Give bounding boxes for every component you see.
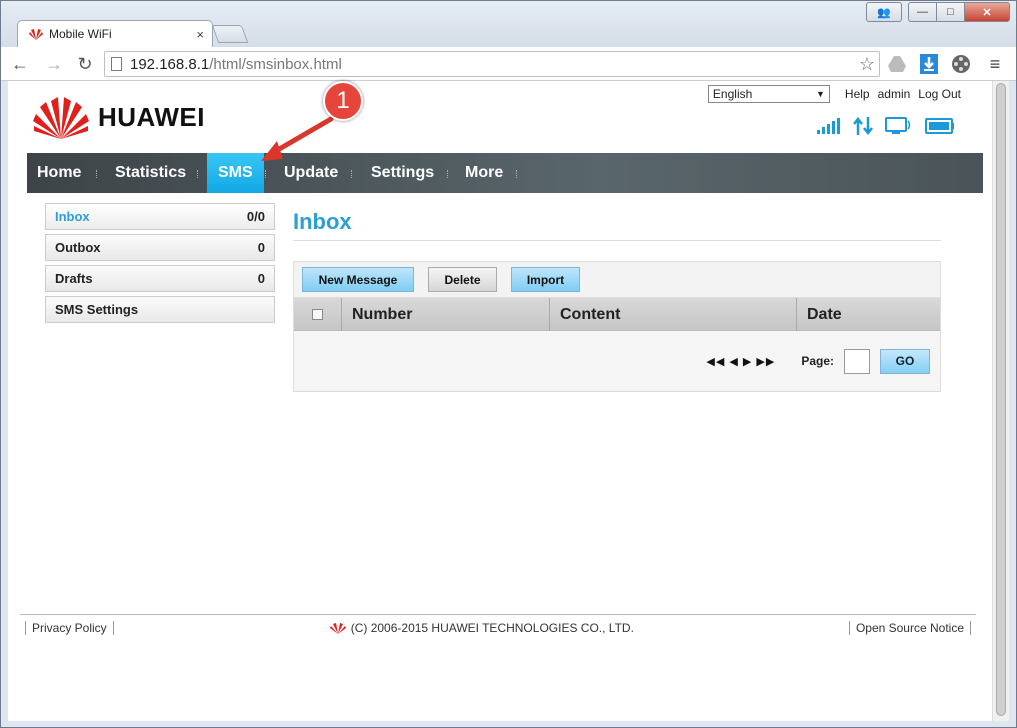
menu-icon[interactable]: ≡ (985, 54, 1005, 74)
wifi-device-icon (885, 117, 913, 135)
sidebar-item-sms-settings[interactable]: SMS Settings (45, 296, 275, 323)
signal-strength-icon (817, 118, 841, 134)
select-all-cell (294, 298, 342, 331)
column-header-date[interactable]: Date (797, 298, 940, 331)
url-path: /html/smsinbox.html (209, 55, 342, 73)
select-all-checkbox[interactable] (312, 309, 323, 320)
language-value: English (712, 87, 753, 101)
drive-extension-icon[interactable] (887, 54, 907, 74)
huawei-logo-icon (33, 97, 89, 139)
download-extension-icon[interactable] (919, 54, 939, 74)
nav-settings[interactable]: Settings (371, 153, 434, 193)
page-icon (111, 57, 122, 71)
nav-separator (265, 170, 267, 178)
status-icons (805, 117, 955, 135)
header-links: English ▼ Help admin Log Out (707, 85, 961, 103)
main-navigation: Home Statistics SMS Update Settings More (27, 153, 983, 193)
nav-separator (447, 170, 449, 178)
nav-separator (197, 170, 199, 178)
huawei-footer-logo-icon (329, 623, 346, 634)
film-extension-icon[interactable] (951, 54, 971, 74)
reload-icon[interactable]: ↻ (74, 53, 96, 75)
brand-name: HUAWEI (98, 101, 205, 132)
page-title: Inbox (293, 203, 941, 241)
close-window-button[interactable]: ✕ (964, 2, 1010, 22)
browser-window: 👥 — □ ✕ Mobile WiFi × ← → ↻ 192.168.8.1/… (0, 0, 1017, 728)
page-number-input[interactable] (844, 348, 870, 374)
browser-tab[interactable]: Mobile WiFi × (17, 20, 213, 47)
tab-close-icon[interactable]: × (196, 27, 204, 42)
import-button[interactable]: Import (511, 267, 580, 292)
nav-more[interactable]: More (465, 153, 503, 193)
go-button[interactable]: GO (880, 348, 930, 374)
dropdown-arrow-icon: ▼ (816, 89, 825, 99)
logout-link[interactable]: Log Out (918, 87, 961, 101)
browser-toolbar: ← → ↻ 192.168.8.1/html/smsinbox.html ☆ ≡ (1, 47, 1016, 81)
help-link[interactable]: Help (845, 87, 870, 101)
nav-separator (351, 170, 353, 178)
battery-icon (925, 118, 955, 134)
inbox-panel: Inbox New Message Delete Import Number C… (293, 203, 941, 392)
message-actions: New Message Delete Import (294, 262, 940, 298)
copyright-text: (C) 2006-2015 HUAWEI TECHNOLOGIES CO., L… (350, 621, 634, 635)
nav-separator (96, 170, 98, 178)
sidebar-item-label: Drafts (55, 271, 93, 286)
url-host: 192.168.8.1 (130, 55, 210, 73)
admin-link[interactable]: admin (878, 87, 911, 101)
sidebar-item-drafts[interactable]: Drafts 0 (45, 265, 275, 292)
address-bar[interactable]: 192.168.8.1/html/smsinbox.html ☆ (104, 51, 880, 77)
sidebar-item-count: 0 (257, 240, 265, 255)
sidebar-item-count: 0/0 (246, 209, 265, 224)
huawei-favicon-icon (29, 29, 43, 40)
new-tab-button[interactable] (211, 25, 249, 43)
page-navigation-arrows-icon[interactable]: ◀◀ ◀ ▶ ▶▶ (706, 355, 775, 368)
vertical-scrollbar[interactable] (992, 81, 1009, 721)
title-bar: 👥 — □ ✕ Mobile WiFi × (1, 1, 1016, 47)
nav-home[interactable]: Home (37, 153, 81, 193)
data-transfer-icon (853, 117, 873, 135)
tab-title: Mobile WiFi (49, 27, 112, 41)
window-controls: 👥 — □ ✕ (866, 2, 1010, 22)
annotation-arrow-icon (261, 116, 334, 161)
sidebar-item-outbox[interactable]: Outbox 0 (45, 234, 275, 261)
annotation-step-badge: 1 (323, 81, 363, 121)
minimize-button[interactable]: — (908, 2, 936, 22)
open-source-notice-link[interactable]: Open Source Notice (848, 621, 971, 635)
nav-statistics[interactable]: Statistics (115, 153, 186, 193)
user-switch-icon[interactable]: 👥 (866, 2, 902, 22)
privacy-policy-link[interactable]: Privacy Policy (25, 621, 114, 635)
scrollbar-thumb[interactable] (996, 83, 1006, 716)
maximize-button[interactable]: □ (936, 2, 964, 22)
back-arrow-icon[interactable]: ← (9, 53, 31, 75)
page-label: Page: (801, 354, 834, 368)
new-message-button[interactable]: New Message (302, 267, 414, 292)
pagination: ◀◀ ◀ ▶ ▶▶ Page: GO (294, 331, 940, 391)
forward-arrow-icon[interactable]: → (43, 53, 65, 75)
delete-button[interactable]: Delete (428, 267, 497, 292)
sidebar-item-label: Outbox (55, 240, 101, 255)
sidebar-item-label: Inbox (55, 209, 90, 224)
nav-separator (516, 170, 518, 178)
huawei-logo: HUAWEI (32, 95, 205, 139)
column-header-content[interactable]: Content (550, 298, 797, 331)
table-header: Number Content Date (294, 298, 940, 331)
bookmark-star-icon[interactable]: ☆ (859, 54, 875, 75)
column-header-number[interactable]: Number (342, 298, 550, 331)
language-select[interactable]: English ▼ (707, 85, 830, 103)
sidebar-item-inbox[interactable]: Inbox 0/0 (45, 203, 275, 230)
copyright: (C) 2006-2015 HUAWEI TECHNOLOGIES CO., L… (114, 621, 849, 635)
sidebar-item-count: 0 (257, 271, 265, 286)
sms-sidebar: Inbox 0/0 Outbox 0 Drafts 0 SMS Settings (45, 203, 275, 327)
message-table-panel: New Message Delete Import Number Content… (293, 261, 941, 392)
sidebar-item-label: SMS Settings (55, 302, 139, 317)
page-footer: Privacy Policy (C) 2006-2015 HUAWEI TECH… (20, 614, 976, 641)
